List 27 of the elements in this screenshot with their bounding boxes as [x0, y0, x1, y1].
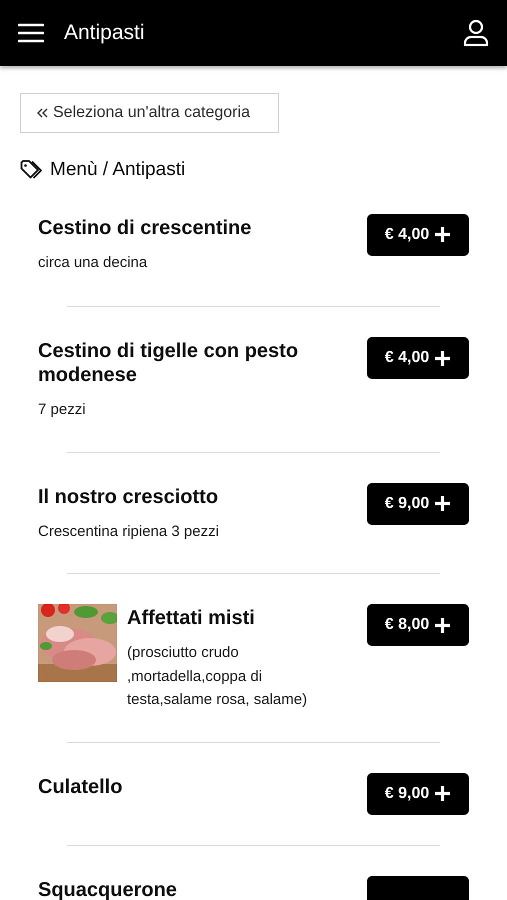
add-price-button[interactable]: € 9,00 — [367, 772, 469, 814]
item-name: Squacquerone — [38, 878, 178, 900]
add-price-button[interactable]: € 4,00 — [367, 337, 469, 379]
item-name: Cestino di tigelle con pesto modenese — [38, 339, 300, 387]
item-description: (prosciutto crudo ,mortadella,coppa di testa,salame rosa, salame) — [127, 643, 308, 710]
plus-icon — [434, 226, 452, 243]
plus-icon — [434, 350, 452, 366]
plus-icon — [434, 785, 452, 802]
item-name: Cestino di crescentine — [38, 216, 252, 240]
add-price-button[interactable]: € 4,00 — [367, 214, 469, 256]
page-title: Antipasti — [64, 20, 145, 46]
add-price-button[interactable]: € 9,00 — [367, 482, 469, 524]
user-icon[interactable] — [463, 19, 489, 47]
item-name: Culatello — [38, 774, 124, 798]
item-name: Il nostro cresciotto — [38, 484, 220, 508]
breadcrumb: Menù / Antipasti — [50, 158, 186, 182]
double-chevron-icon — [36, 107, 48, 119]
plus-icon — [434, 495, 452, 512]
back-button[interactable]: Seleziona un'altra categoria — [20, 93, 279, 133]
item-description: 7 pezzi — [38, 400, 87, 420]
item-description: circa una decina — [38, 252, 148, 272]
tags-icon — [20, 160, 45, 180]
menu-icon[interactable] — [18, 23, 44, 43]
item-description: Crescentina ripiena 3 pezzi — [38, 522, 220, 542]
add-price-button[interactable]: € 8,00 — [367, 604, 469, 646]
item-name: Affettati misti — [127, 606, 256, 630]
plus-icon — [434, 616, 452, 634]
